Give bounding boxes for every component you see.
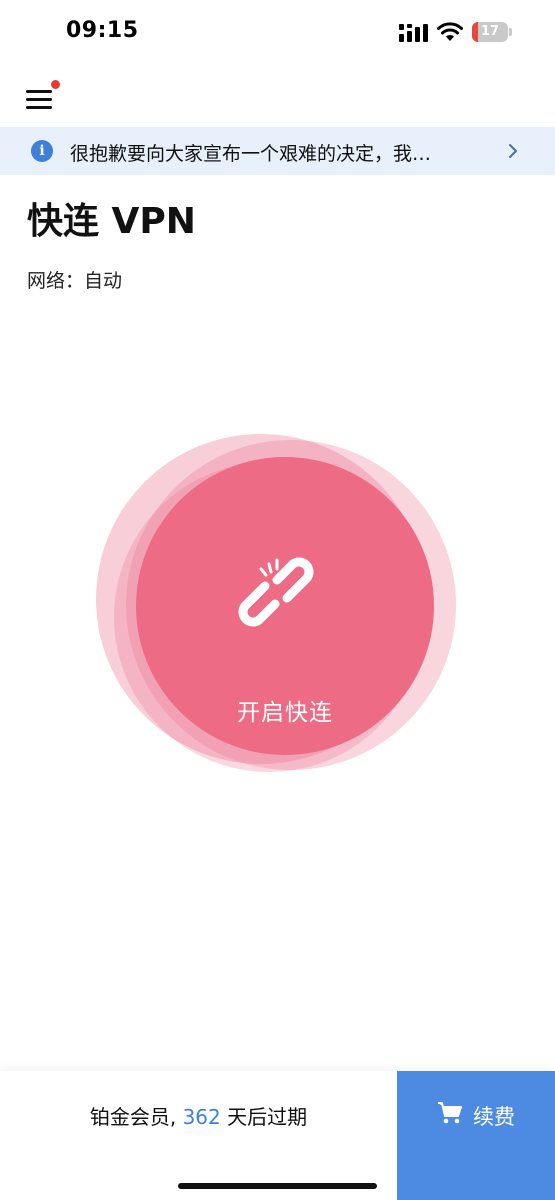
status-bar: 09:15 17	[0, 0, 555, 66]
status-time: 09:15	[66, 18, 139, 43]
broken-link-icon	[238, 557, 314, 627]
renew-label: 续费	[473, 1105, 515, 1129]
connect-button[interactable]: 开启快连	[136, 457, 434, 755]
cart-icon	[438, 1102, 462, 1124]
membership-status: 铂金会员, 362 天后过期	[0, 1101, 397, 1130]
page-title: 快连 VPN	[27, 201, 196, 242]
chevron-right-icon	[509, 144, 517, 158]
notification-dot	[51, 80, 60, 89]
hamburger-menu-icon	[26, 90, 52, 93]
network-label: 网络：	[27, 270, 85, 292]
signal-icon	[399, 24, 428, 42]
membership-prefix: 铂金会员,	[89, 1105, 177, 1129]
network-selector[interactable]: 网络：自动	[27, 266, 122, 293]
battery-level: 17	[480, 24, 500, 39]
connect-label: 开启快连	[237, 700, 333, 726]
info-icon: i	[31, 140, 53, 162]
membership-suffix: 天后过期	[227, 1105, 308, 1129]
bottom-bar: 铂金会员, 362 天后过期 续费	[0, 1071, 555, 1200]
connect-area: 开启快连	[96, 432, 456, 772]
network-value: 自动	[84, 270, 123, 292]
notice-banner[interactable]: i 很抱歉要向大家宣布一个艰难的决定，我…	[0, 127, 555, 175]
renew-button[interactable]: 续费	[397, 1071, 555, 1200]
menu-button[interactable]	[22, 80, 62, 120]
battery-icon: 17	[472, 22, 512, 42]
days-remaining: 362	[182, 1105, 221, 1129]
wifi-icon	[437, 22, 463, 41]
notice-text: 很抱歉要向大家宣布一个艰难的决定，我…	[70, 143, 432, 165]
home-indicator	[178, 1183, 377, 1189]
